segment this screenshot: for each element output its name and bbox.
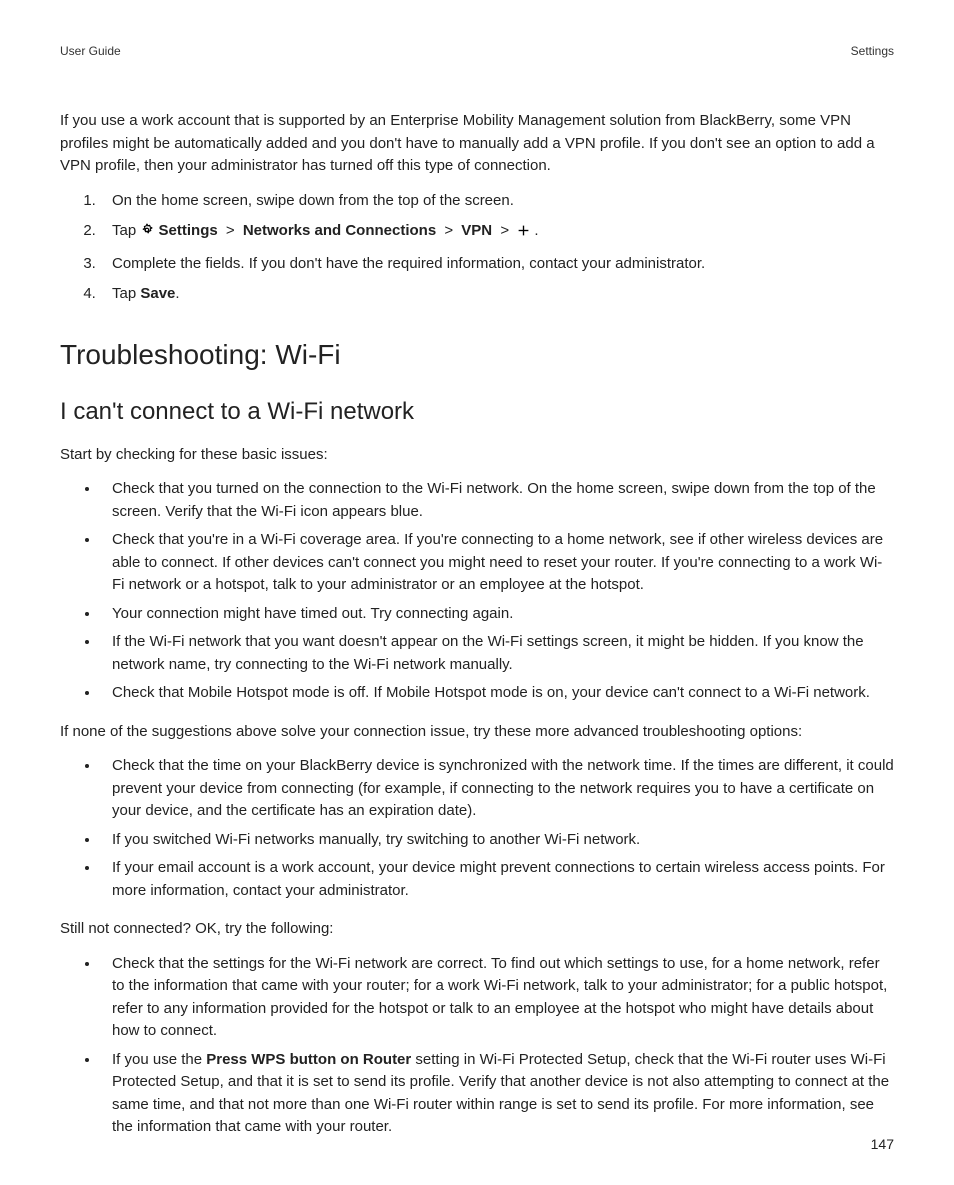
page-number: 147 [871, 1134, 894, 1155]
path-settings: Settings [159, 222, 218, 239]
step-text: Tap [112, 222, 140, 239]
step-item: On the home screen, swipe down from the … [100, 190, 894, 213]
step-text: . [175, 285, 179, 302]
step-item: Complete the fields. If you don't have t… [100, 253, 894, 276]
gear-icon [140, 222, 154, 245]
running-header: User Guide Settings [60, 42, 894, 60]
list-item: If the Wi-Fi network that you want doesn… [100, 631, 894, 676]
breadcrumb-separator: > [444, 222, 453, 239]
breadcrumb-separator: > [226, 222, 235, 239]
list-item: Check that you turned on the connection … [100, 478, 894, 523]
basic-issues-list: Check that you turned on the connection … [60, 478, 894, 705]
step-text: On the home screen, swipe down from the … [112, 192, 514, 209]
lead-paragraph: Start by checking for these basic issues… [60, 444, 894, 467]
step-text: Tap [112, 285, 140, 302]
list-item: Your connection might have timed out. Tr… [100, 603, 894, 626]
heading-troubleshooting: Troubleshooting: Wi-Fi [60, 334, 894, 376]
list-item: Check that the time on your BlackBerry d… [100, 755, 894, 823]
list-item: Check that you're in a Wi-Fi coverage ar… [100, 529, 894, 597]
heading-cannot-connect: I can't connect to a Wi-Fi network [60, 394, 894, 430]
step-item: Tap Save. [100, 283, 894, 306]
breadcrumb-separator: > [500, 222, 509, 239]
path-vpn: VPN [461, 222, 492, 239]
wps-label: Press WPS button on Router [206, 1051, 411, 1068]
document-page: User Guide Settings If you use a work ac… [0, 0, 954, 1185]
list-item: If you use the Press WPS button on Route… [100, 1049, 894, 1139]
lead-paragraph: If none of the suggestions above solve y… [60, 721, 894, 744]
list-item: If you switched Wi-Fi networks manually,… [100, 829, 894, 852]
lead-paragraph: Still not connected? OK, try the followi… [60, 918, 894, 941]
step-text: . [534, 222, 538, 239]
list-item: Check that the settings for the Wi-Fi ne… [100, 953, 894, 1043]
path-networks: Networks and Connections [243, 222, 436, 239]
list-item: If your email account is a work account,… [100, 857, 894, 902]
step-text: Complete the fields. If you don't have t… [112, 255, 705, 272]
numbered-steps: On the home screen, swipe down from the … [60, 190, 894, 306]
list-text: If you use the [112, 1051, 206, 1068]
header-right: Settings [851, 42, 894, 60]
intro-paragraph: If you use a work account that is suppor… [60, 110, 894, 178]
save-label: Save [140, 285, 175, 302]
plus-icon [517, 222, 530, 245]
further-issues-list: Check that the settings for the Wi-Fi ne… [60, 953, 894, 1139]
step-item: Tap Settings > Networks and Connections … [100, 220, 894, 245]
header-left: User Guide [60, 42, 121, 60]
list-item: Check that Mobile Hotspot mode is off. I… [100, 682, 894, 705]
advanced-issues-list: Check that the time on your BlackBerry d… [60, 755, 894, 902]
